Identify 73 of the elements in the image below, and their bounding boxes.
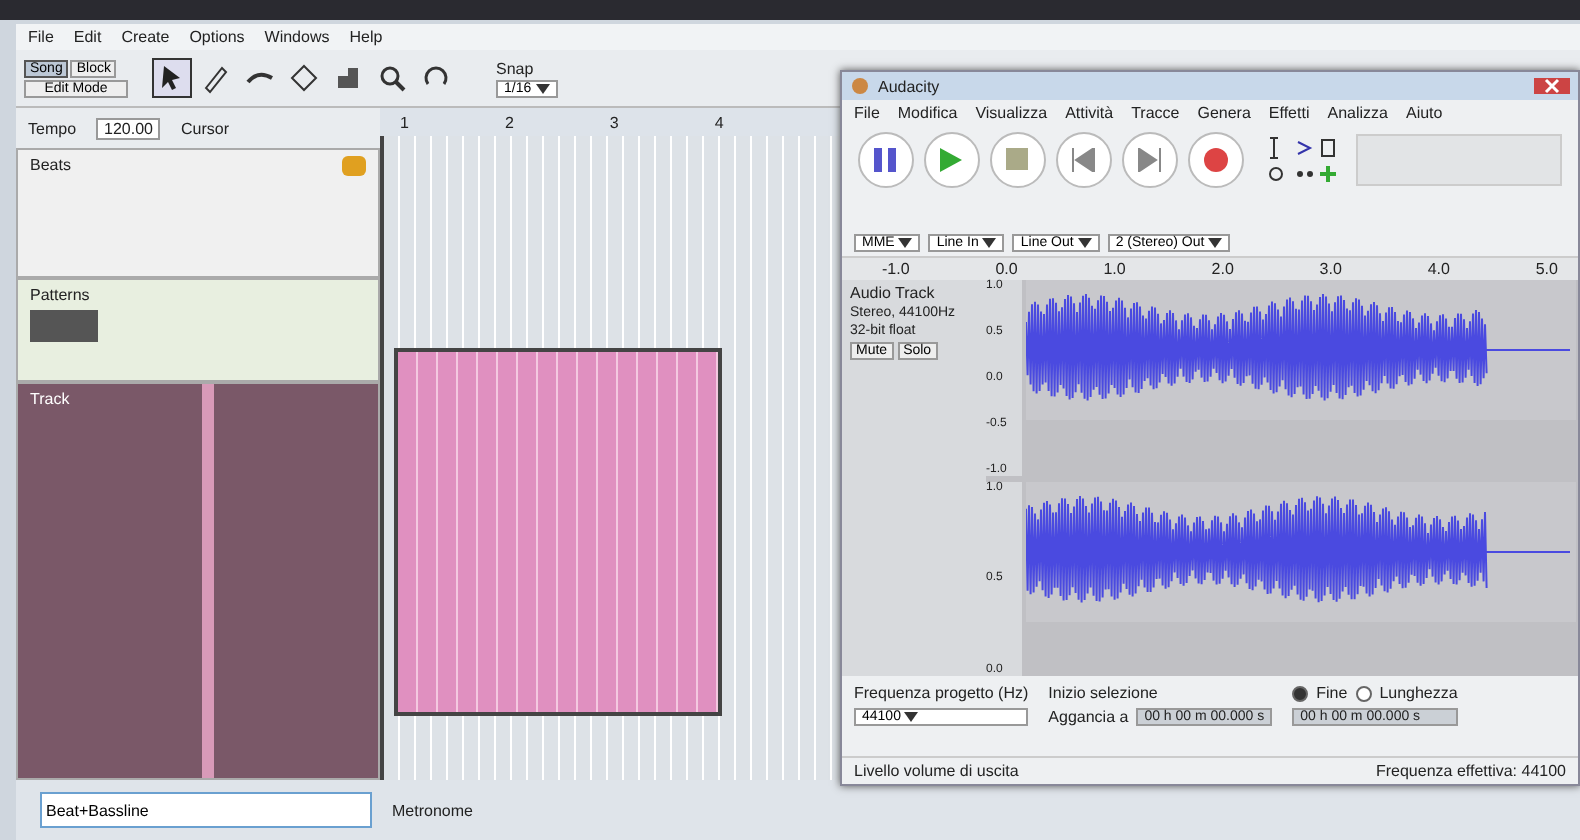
stop-icon [1006,148,1030,172]
ruler-label: 1.0 [1103,260,1126,278]
selection-start-label: Inizio selezione [1048,684,1160,702]
sample-thumbnail [30,310,98,342]
back-icon [1072,148,1096,172]
track-name-label[interactable]: Audio Track [850,284,978,302]
menu-item[interactable]: Help [349,28,383,46]
text-field[interactable]: Beat+Bassline [40,792,372,828]
forward-button[interactable] [1122,132,1178,188]
project-rate-label: Frequenza progetto (Hz) [854,684,1029,702]
caret-icon [1208,238,1223,248]
menu-item[interactable]: Visualizza [975,104,1048,122]
snap-label: Snap [496,59,536,77]
bar-number: 3 [609,113,619,131]
ruler-label: 3.0 [1319,260,1342,278]
end-label: Fine [1316,684,1348,702]
forward-icon [1138,148,1162,172]
pause-icon [874,148,898,172]
pause-button[interactable] [858,132,914,188]
close-button[interactable] [1534,78,1570,94]
length-radio[interactable] [1355,685,1372,701]
ruler-label: 0.0 [995,260,1018,278]
speaker-icon [342,156,366,176]
pencil-icon [200,62,232,94]
caret-icon [904,712,919,722]
zoom-icon [376,62,408,94]
caret-icon [982,238,997,248]
back-button[interactable] [1056,132,1112,188]
bar-number: 1 [400,113,409,131]
track-name[interactable]: Patterns [30,286,90,304]
ruler-label: -1.0 [882,260,910,278]
tempo-field[interactable]: 120.00 [96,117,161,139]
menu-item[interactable]: File [28,28,54,46]
caret-icon [1077,238,1092,248]
menu-item[interactable]: Aiuto [1405,104,1443,122]
close-icon [1544,78,1560,94]
menu-item[interactable]: Create [121,28,170,46]
tempo-label: Tempo [28,119,77,137]
pointer-tool[interactable] [152,58,192,98]
menu-item[interactable]: Analizza [1327,104,1388,122]
track-name[interactable]: Track [30,390,70,408]
snap-to-label: Aggancia a [1048,708,1129,726]
split-icon [288,62,320,94]
record-icon [1204,148,1228,172]
status-text: Livello volume di uscita [854,762,1019,780]
ruler-label: 5.0 [1535,260,1558,278]
cursor-label: Cursor [180,119,229,137]
menu-item[interactable]: Attività [1065,104,1114,122]
play-icon [940,148,964,172]
play-button[interactable] [924,132,980,188]
menu-item[interactable]: File [854,104,880,122]
caret-icon [898,238,913,248]
status-text: Frequenza effettiva: 44100 [1375,762,1566,780]
glue-icon [332,62,364,94]
menu-item[interactable]: Effetti [1268,104,1310,122]
menu-item[interactable]: Edit [73,28,102,46]
menu-item[interactable]: Modifica [897,104,958,122]
ruler-label: 4.0 [1427,260,1450,278]
menu-item[interactable]: Tracce [1131,104,1180,122]
ruler-label: 2.0 [1211,260,1234,278]
menu-item[interactable]: Options [189,28,245,46]
window-title: Audacity [878,77,942,95]
bar-number: 4 [714,113,724,131]
length-label: Lunghezza [1379,684,1458,702]
menu-item[interactable]: Windows [264,28,330,46]
menu-item[interactable]: Genera [1197,104,1251,122]
metronome-label: Metronome [392,801,473,819]
track-name[interactable]: Beats [30,156,71,174]
app-icon [850,76,870,96]
record-button[interactable] [1188,132,1244,188]
caret-icon [535,83,550,93]
end-radio[interactable] [1292,685,1309,701]
bar-number: 2 [504,113,514,131]
